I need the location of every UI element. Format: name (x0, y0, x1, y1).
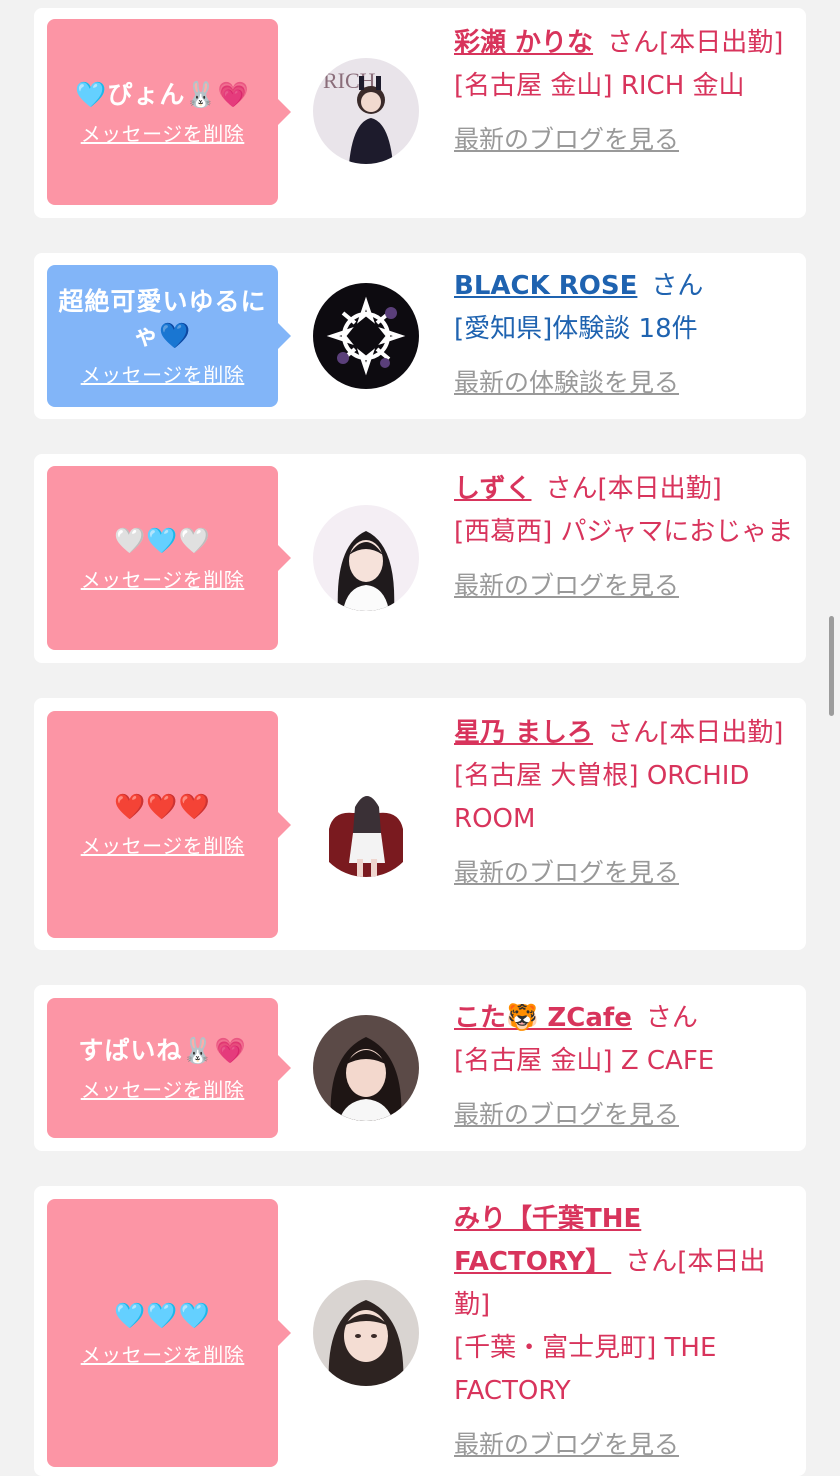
name-suffix: さん (645, 1003, 698, 1033)
delete-message-link[interactable]: メッセージを削除 (81, 1339, 245, 1368)
avatar[interactable] (313, 1280, 419, 1386)
blog-link[interactable]: 最新のブログを見る (454, 118, 794, 161)
message-bubble: 🤍🩵🤍 メッセージを削除 (47, 466, 291, 650)
avatar-photo-icon (313, 771, 419, 877)
girl-name-link[interactable]: しずく (454, 474, 531, 504)
girl-info: 星乃 ましろ さん[本日出勤] [名古屋 大曽根] ORCHID ROOM 最新の… (454, 712, 794, 894)
name-suffix: さん[本日出勤] (607, 718, 784, 748)
list-item: 超絶可愛いゆるにゃ💙 メッセージを削除 BLACK ROSE さん [愛知県]体験… (34, 253, 806, 419)
message-text: 超絶可愛いゆるにゃ💙 (58, 286, 267, 350)
name-suffix: さん[本日出勤] (545, 474, 722, 504)
message-text: 🩵🩵🩵 (114, 1300, 211, 1330)
avatar-photo-icon (313, 1280, 419, 1386)
message-text: 🩵ぴょん🐰💗 (75, 79, 250, 109)
message-bubble: 超絶可愛いゆるにゃ💙 メッセージを削除 (47, 265, 291, 407)
avatar[interactable] (313, 283, 419, 389)
blog-link[interactable]: 最新のブログを見る (454, 1093, 794, 1136)
girl-name-link[interactable]: こた🐯 ZCafe (454, 1003, 632, 1033)
message-text: すぱいね🐰💗 (78, 1035, 247, 1065)
delete-message-link[interactable]: メッセージを削除 (81, 564, 245, 593)
message-text: 🤍🩵🤍 (114, 525, 211, 555)
girl-info: みり【千葉THE FACTORY】 さん[本日出勤] [千葉・富士見町] THE … (454, 1198, 794, 1466)
review-link[interactable]: 最新の体験談を見る (454, 361, 794, 404)
delete-message-link[interactable]: メッセージを削除 (81, 118, 245, 147)
shop-info: [西葛西] パジャマにおじゃま (454, 517, 794, 547)
avatar-photo-icon (313, 505, 419, 611)
avatar-photo-icon: RICH (313, 58, 419, 164)
list-item: 🩵ぴょん🐰💗 メッセージを削除 RICH 彩瀬 かりな さん[本日出勤] [名古屋… (34, 8, 806, 218)
delete-message-link[interactable]: メッセージを削除 (81, 1074, 245, 1103)
girl-name-link[interactable]: 彩瀬 かりな (454, 28, 593, 58)
avatar[interactable] (313, 1015, 419, 1121)
shop-info: [愛知県]体験談 18件 (454, 314, 698, 344)
girl-name-link[interactable]: 星乃 ましろ (454, 718, 593, 748)
girl-info: 彩瀬 かりな さん[本日出勤] [名古屋 金山] RICH 金山 最新のブログを見… (454, 22, 794, 161)
list-item: すぱいね🐰💗 メッセージを削除 こた🐯 ZCafe さん [名古屋 金山] Z C… (34, 985, 806, 1151)
rose-emblem-icon (313, 283, 419, 389)
message-bubble: ❤️❤️❤️ メッセージを削除 (47, 711, 291, 938)
girl-info: BLACK ROSE さん [愛知県]体験談 18件 最新の体験談を見る (454, 265, 794, 404)
avatar-photo-icon (313, 1015, 419, 1121)
girl-info: しずく さん[本日出勤] [西葛西] パジャマにおじゃま 最新のブログを見る (454, 468, 794, 607)
blog-link[interactable]: 最新のブログを見る (454, 1423, 794, 1466)
message-text: ❤️❤️❤️ (114, 792, 211, 821)
girl-name-link[interactable]: みり【千葉THE FACTORY】 (454, 1204, 641, 1277)
blog-link[interactable]: 最新のブログを見る (454, 564, 794, 607)
shop-info: [名古屋 金山] RICH 金山 (454, 71, 745, 101)
list-item: ❤️❤️❤️ メッセージを削除 星乃 ましろ さん[本日出勤] [名古屋 大曽根]… (34, 698, 806, 950)
message-bubble: 🩵ぴょん🐰💗 メッセージを削除 (47, 19, 291, 205)
blog-link[interactable]: 最新のブログを見る (454, 851, 794, 894)
message-bubble: すぱいね🐰💗 メッセージを削除 (47, 998, 291, 1138)
delete-message-link[interactable]: メッセージを削除 (81, 359, 245, 388)
name-suffix: さん (651, 271, 704, 301)
avatar[interactable] (313, 771, 419, 877)
avatar[interactable]: RICH (313, 58, 419, 164)
scrollbar[interactable] (829, 616, 834, 716)
delete-message-link[interactable]: メッセージを削除 (81, 830, 245, 859)
list-item: 🤍🩵🤍 メッセージを削除 しずく さん[本日出勤] [西葛西] パジャマにおじゃま… (34, 454, 806, 663)
shop-info: [千葉・富士見町] THE FACTORY (454, 1333, 717, 1406)
shop-info: [名古屋 大曽根] ORCHID ROOM (454, 761, 750, 834)
girl-name-link[interactable]: BLACK ROSE (454, 271, 637, 301)
message-bubble: 🩵🩵🩵 メッセージを削除 (47, 1199, 291, 1467)
list-item: 🩵🩵🩵 メッセージを削除 みり【千葉THE FACTORY】 さん[本日出勤] [… (34, 1186, 806, 1476)
avatar[interactable] (313, 505, 419, 611)
name-suffix: さん[本日出勤] (607, 28, 784, 58)
girl-info: こた🐯 ZCafe さん [名古屋 金山] Z CAFE 最新のブログを見る (454, 997, 794, 1136)
shop-info: [名古屋 金山] Z CAFE (454, 1046, 715, 1076)
